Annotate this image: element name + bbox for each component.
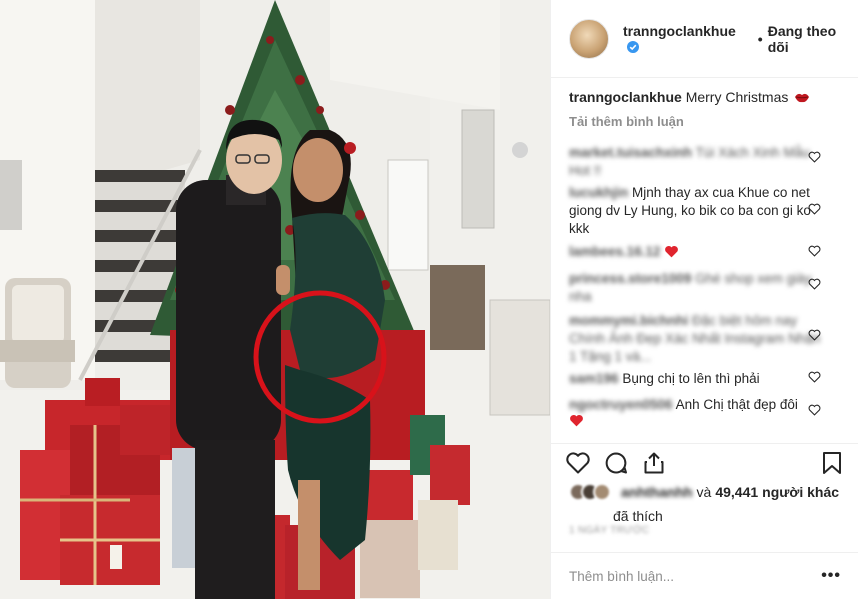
comment-username[interactable]: lucukhjin [569,185,628,200]
comment-item: mommymi.bichnhi Đặc biệt hôm nay Chính Ả… [569,312,829,366]
comment-username[interactable]: princess.store1009 [569,271,691,286]
lips-emoji-icon [795,93,810,103]
heart-emoji-icon [665,246,679,258]
likes-summary: anhthanhh và 49,441 người khác đã thích [569,480,851,528]
load-more-comments[interactable]: Tải thêm bình luận [569,114,851,129]
verified-icon [627,40,639,53]
instagram-post: tranngoclankhue • Đang theo dõi tranngoc… [0,0,858,599]
comment-like-heart-icon[interactable] [808,151,821,163]
likes-others[interactable]: người khác [762,480,839,504]
post-header: tranngoclankhue • Đang theo dõi [551,0,858,78]
comment-username[interactable]: mommymi.bichnhi [569,313,688,328]
liker-avatar[interactable] [593,483,611,501]
comment-item: lucukhjin Mjnh thay ax cua Khue co net g… [569,184,829,238]
comment-like-heart-icon[interactable] [808,203,821,215]
share-icon[interactable] [641,450,667,476]
comment-like-heart-icon[interactable] [808,245,821,257]
comment-input[interactable] [569,568,822,584]
following-button[interactable]: Đang theo dõi [768,23,858,55]
comment-item: princess.store1009 Ghé shop xem giày nha [569,270,829,306]
comment-like-heart-icon[interactable] [808,404,821,416]
heart-icon[interactable] [565,450,591,476]
comment-item: sam196 Bụng chị to lên thì phải [569,370,829,388]
comment-item: lambees.16.12 [569,243,829,261]
comment-like-heart-icon[interactable] [808,371,821,383]
likes-count[interactable]: 49,441 [715,480,758,504]
comment-icon[interactable] [603,450,629,476]
bookmark-icon[interactable] [819,450,845,476]
comment-text: Anh Chị thật đẹp đôi [675,397,798,412]
comment-like-heart-icon[interactable] [808,278,821,290]
username-text[interactable]: tranngoclankhue [623,23,736,39]
avatar[interactable] [569,18,609,59]
separator-dot: • [757,30,763,47]
header-username[interactable]: tranngoclankhue [623,23,753,55]
comment-username[interactable]: ngoctruyen0506 [569,397,673,412]
post-photo[interactable] [0,0,550,599]
comment-item: ngoctruyen0506 Anh Chị thật đẹp đôi [569,396,829,432]
heart-emoji-icon [570,415,583,427]
comment-username[interactable]: market.tuisachxinh [569,145,692,160]
caption: tranngoclankhue Merry Christmas [569,88,851,106]
liker-username[interactable]: anhthanhh [621,480,693,504]
more-options-button[interactable]: ••• [821,567,841,585]
comment-text: Bụng chị to lên thì phải [622,371,760,386]
comment-item: market.tuisachxinh Túi Xách Xinh Mẫu Hot… [569,144,829,180]
add-comment-bar: ••• [551,552,858,599]
photo-illustration [0,0,550,599]
action-bar [551,443,858,481]
comment-like-heart-icon[interactable] [808,329,821,341]
comment-username[interactable]: lambees.16.12 [569,244,661,259]
caption-text: Merry Christmas [685,89,789,105]
post-side-panel: tranngoclankhue • Đang theo dõi tranngoc… [550,0,858,599]
comment-username[interactable]: sam196 [569,371,619,386]
caption-username[interactable]: tranngoclankhue [569,89,682,105]
post-timestamp: 1 NGÀY TRƯỚC [569,525,650,536]
likes-and: và [696,484,712,500]
caption-area: tranngoclankhue Merry Christmas Tải thêm… [569,88,851,129]
